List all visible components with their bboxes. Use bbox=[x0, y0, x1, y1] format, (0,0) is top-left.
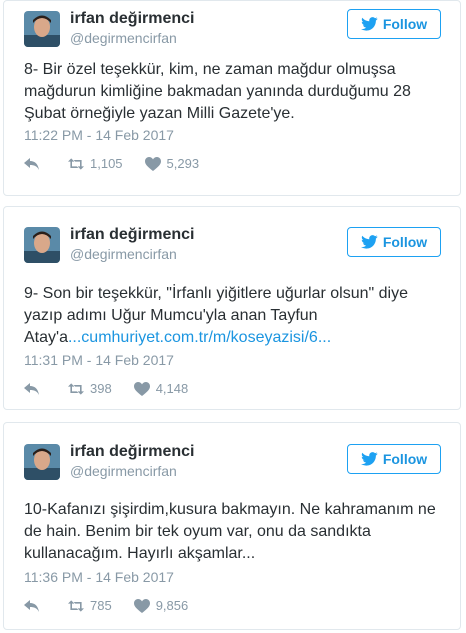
author-name[interactable]: irfan değirmenci bbox=[70, 10, 194, 28]
like-count: 5,293 bbox=[166, 156, 200, 171]
tweet-card: irfan değirmenci @degirmencirfan Follow … bbox=[3, 422, 461, 630]
follow-button[interactable]: Follow bbox=[347, 9, 441, 39]
follow-button[interactable]: Follow bbox=[347, 227, 441, 257]
avatar[interactable] bbox=[24, 444, 60, 480]
like-button[interactable]: 9,856 bbox=[133, 598, 189, 613]
retweet-button[interactable]: 785 bbox=[68, 598, 112, 613]
tweet-actions: 398 4,148 bbox=[24, 381, 210, 396]
tweet-timestamp[interactable]: 11:36 PM - 14 Feb 2017 bbox=[24, 569, 174, 585]
follow-label: Follow bbox=[382, 451, 428, 467]
author-name[interactable]: irfan değirmenci bbox=[70, 443, 194, 461]
tweet-text: 10-Kafanızı şişirdim,kusura bakmayın. Ne… bbox=[24, 501, 436, 562]
author-handle[interactable]: @degirmencirfan bbox=[70, 463, 177, 479]
tweet-card: irfan değirmenci @degirmencirfan Follow … bbox=[3, 0, 461, 196]
reply-button[interactable] bbox=[24, 157, 46, 171]
retweet-button[interactable]: 1,105 bbox=[68, 156, 123, 171]
retweet-count: 785 bbox=[90, 598, 112, 613]
reply-icon bbox=[24, 157, 39, 170]
heart-icon bbox=[133, 598, 150, 613]
reply-button[interactable] bbox=[24, 599, 46, 613]
tweet-actions: 785 9,856 bbox=[24, 598, 210, 613]
follow-label: Follow bbox=[382, 16, 428, 32]
reply-icon bbox=[24, 599, 39, 612]
retweet-icon bbox=[68, 157, 84, 170]
tweet-link[interactable]: ...cumhuriyet.com.tr/m/koseyazisi/6... bbox=[68, 329, 331, 346]
like-button[interactable]: 5,293 bbox=[144, 156, 200, 171]
like-count: 9,856 bbox=[155, 598, 189, 613]
retweet-icon bbox=[68, 599, 84, 612]
twitter-bird-icon bbox=[360, 452, 378, 466]
reply-button[interactable] bbox=[24, 382, 46, 396]
retweet-button[interactable]: 398 bbox=[68, 381, 112, 396]
like-count: 4,148 bbox=[155, 381, 189, 396]
retweet-count: 398 bbox=[90, 381, 112, 396]
twitter-bird-icon bbox=[360, 17, 378, 31]
heart-icon bbox=[144, 156, 161, 171]
tweet-text: 8- Bir özel teşekkür, kim, ne zaman mağd… bbox=[24, 61, 411, 122]
retweet-icon bbox=[68, 382, 84, 395]
reply-icon bbox=[24, 382, 39, 395]
author-name[interactable]: irfan değirmenci bbox=[70, 226, 194, 244]
retweet-count: 1,105 bbox=[90, 156, 123, 171]
tweet-card: irfan değirmenci @degirmencirfan Follow … bbox=[3, 206, 461, 410]
twitter-bird-icon bbox=[360, 235, 378, 249]
follow-button[interactable]: Follow bbox=[347, 444, 441, 474]
tweet-timestamp[interactable]: 11:22 PM - 14 Feb 2017 bbox=[24, 127, 174, 143]
follow-label: Follow bbox=[382, 234, 428, 250]
avatar[interactable] bbox=[24, 227, 60, 263]
tweet-text: 9- Son bir teşekkür, "İrfanlı yiğitlere … bbox=[24, 285, 408, 346]
tweet-timestamp[interactable]: 11:31 PM - 14 Feb 2017 bbox=[24, 352, 174, 368]
like-button[interactable]: 4,148 bbox=[133, 381, 189, 396]
avatar[interactable] bbox=[24, 11, 60, 47]
author-handle[interactable]: @degirmencirfan bbox=[70, 246, 177, 262]
author-handle[interactable]: @degirmencirfan bbox=[70, 30, 177, 46]
tweet-actions: 1,105 5,293 bbox=[24, 156, 221, 171]
heart-icon bbox=[133, 381, 150, 396]
